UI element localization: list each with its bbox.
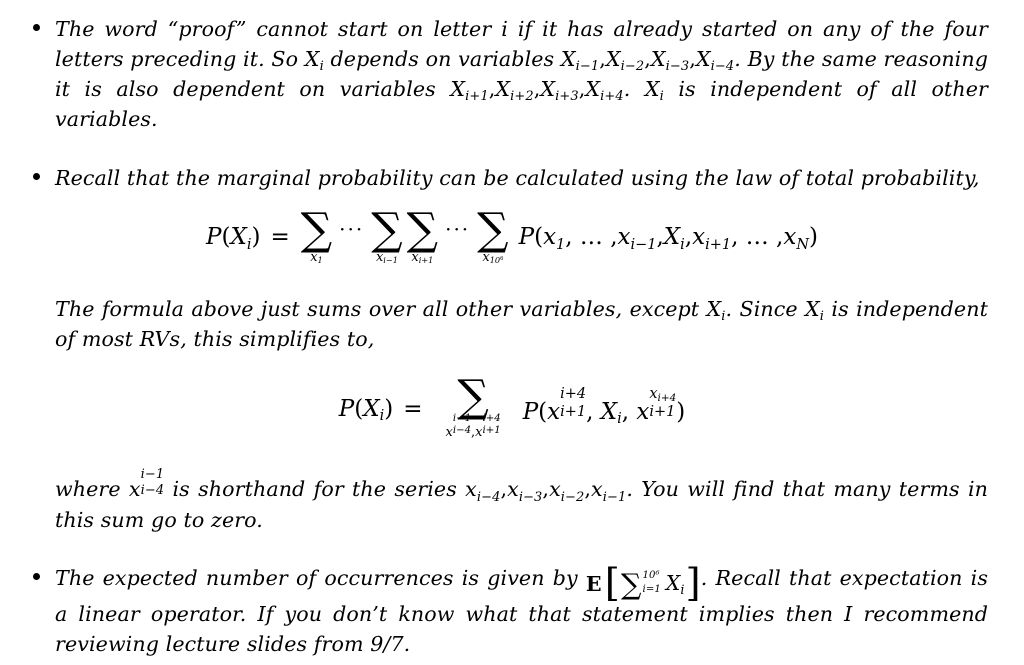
bullet-item-expectation: The expected number of occurrences is gi… <box>0 563 1024 660</box>
sum-upper-limit: 10⁶ <box>642 570 660 582</box>
equation-2-top-spacer <box>0 354 1024 378</box>
eq1-sum-2-limit: xi−1 <box>375 249 398 266</box>
bullet-2-paragraph: Recall that the marginal probability can… <box>55 165 980 190</box>
document-page: The word “proof” cannot start on letter … <box>0 0 1024 665</box>
bullet-3-paragraph: The expected number of occurrences is gi… <box>55 563 1024 660</box>
math-X-i-para-1: Xi <box>706 297 726 325</box>
bullet-dot-icon <box>33 23 40 31</box>
bullet-dot-icon <box>33 572 40 580</box>
equation-1-top-spacer <box>0 193 1024 211</box>
eq2-arg-2: Xi <box>600 398 622 428</box>
bullet-gap-spacer-2 <box>0 535 1024 563</box>
math-X-i-inline-1: Xi <box>304 47 324 75</box>
bullet-1-paragraph: The word “proof” cannot start on letter … <box>55 14 1024 135</box>
bullet-gap-spacer-1 <box>0 135 1024 163</box>
eq2-rhs: P(x i+4 i+1, Xi, x xi+4 i+1) <box>522 385 686 428</box>
bullet-list: The word “proof” cannot start on letter … <box>0 14 1024 193</box>
eq1-dots-1: ··· <box>339 217 365 242</box>
sum-lower-limit: i=1 <box>642 583 661 595</box>
bullet-dot-icon <box>33 172 40 180</box>
expectation-operator: E <box>585 572 602 597</box>
eq2-sum: ∑ x i−1 i−4 ,x i+4 i+1 <box>445 371 501 440</box>
eq1-sum-2: ∑ xi−1 <box>371 203 403 266</box>
sum-body: Xi <box>665 571 685 598</box>
eq2-arg-1: x i+4 i+1 <box>547 385 587 425</box>
math-i-inline: i <box>501 17 508 41</box>
bullet-1-text-e: . <box>623 77 631 102</box>
math-shorthand-x: x i−1 i−4 <box>128 466 165 502</box>
eq1-dots-1-wrap: ··· <box>336 217 367 253</box>
math-X-i-inline-2: Xi <box>644 77 664 105</box>
eq1-sum-3: ∑ xi+1 <box>406 203 439 266</box>
eq1-sum-4: ∑ x106 <box>477 203 509 266</box>
eq1-sum-1: ∑ x1 <box>300 203 333 266</box>
para-2-text-a: where <box>55 477 121 502</box>
paragraph-formula-explanation: The formula above just sums over all oth… <box>0 294 1024 354</box>
eq1-equals: = <box>270 224 290 251</box>
eq1-rhs: P(x1, … ,xi−1,Xi,xi+1, … ,xN) <box>518 224 818 254</box>
inline-summation: ∑ 10⁶ i=1 Xi <box>620 567 685 602</box>
bullet-1-text-c: depends on variables <box>330 47 555 72</box>
equation-simplified-marginal: P(Xi) = ∑ x i−1 i−4 ,x i+4 i+1 P(x i+4 i+1, Xi,… <box>0 371 1024 440</box>
equation-1-bottom-spacer <box>0 264 1024 294</box>
para-2-text-b: is shorthand for the series <box>172 477 457 502</box>
eq2-arg-3: x xi+4 i+1 <box>636 385 677 425</box>
equation-law-of-total-probability: P(Xi) = ∑ x1 ··· ∑ xi−1 ∑ xi+1 ··· ∑ x10… <box>0 203 1024 266</box>
eq1-dots-2-wrap: ··· <box>442 217 473 253</box>
bullet-1-text-a: The word “proof” cannot start on letter <box>55 17 492 41</box>
math-expectation-sum: E[∑ 10⁶ i=1 Xi] <box>585 560 701 606</box>
math-X-minus-list: Xi−1,Xi−2,Xi−3,Xi−4 <box>560 47 735 75</box>
eq1-dots-2: ··· <box>445 217 471 242</box>
bullet-3-text-a: The expected number of occurrences is gi… <box>55 565 578 590</box>
right-bracket: ] <box>685 560 701 606</box>
bullet-item-independence: The word “proof” cannot start on letter … <box>0 14 1024 135</box>
eq2-lhs: P(Xi) <box>338 395 394 425</box>
eq2-sum-limit: x i−1 i−4 ,x i+4 i+1 <box>445 412 501 440</box>
math-X-i-para-2: Xi <box>805 297 825 325</box>
eq1-sum-3-limit: xi+1 <box>411 249 434 266</box>
math-series-list: xi−4,xi−3,xi−2,xi−1 <box>465 477 627 505</box>
eq2-equals: = <box>403 395 423 422</box>
eq1-sum-1-limit: x1 <box>310 249 323 266</box>
paragraph-shorthand-explanation: where x i−1 i−4 is shorthand for the serie… <box>0 466 1024 535</box>
math-X-plus-list: Xi+1,Xi+2,Xi+3,Xi+4 <box>450 77 624 105</box>
bullet-item-marginal: Recall that the marginal probability can… <box>0 163 1024 193</box>
eq1-sum-4-limit: x106 <box>482 249 504 266</box>
para-1-text-a: The formula above just sums over all oth… <box>55 297 700 322</box>
eq1-sum-4-limit-sub: 106 <box>489 255 504 266</box>
top-spacer <box>0 0 1024 14</box>
eq1-lhs: P(Xi) <box>206 224 261 254</box>
para-1-text-b: . Since <box>725 297 798 322</box>
bullet-list-2: The expected number of occurrences is gi… <box>0 563 1024 660</box>
left-bracket: [ <box>604 560 620 606</box>
